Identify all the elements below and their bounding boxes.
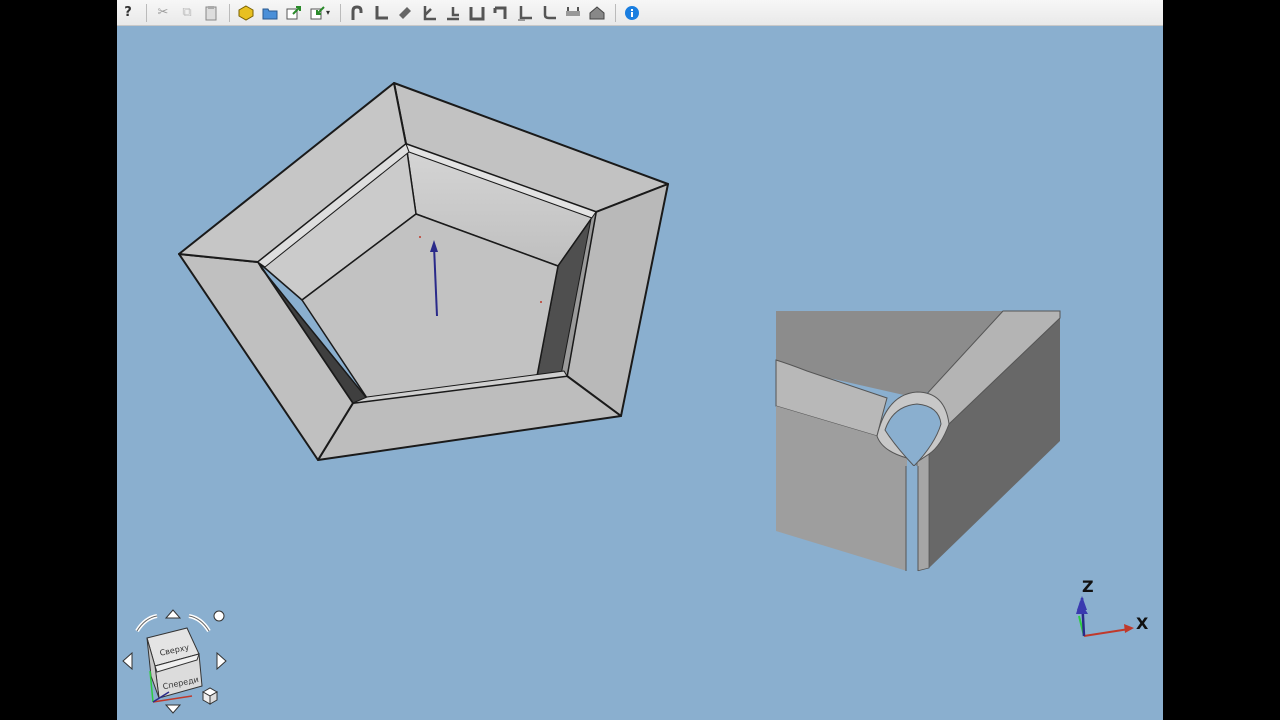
detail-right-wall bbox=[916, 453, 930, 572]
toolbar-separator bbox=[229, 3, 230, 22]
sketch-on-sheet-button[interactable] bbox=[586, 2, 608, 24]
make-part-button[interactable] bbox=[235, 2, 257, 24]
bend-icon bbox=[351, 4, 363, 20]
relief-icon bbox=[423, 5, 436, 20]
export-icon bbox=[286, 5, 301, 19]
solid-bend-button[interactable] bbox=[466, 2, 488, 24]
arrow-up-icon bbox=[164, 609, 182, 619]
toolbar-separator bbox=[615, 3, 616, 22]
export-button[interactable] bbox=[283, 2, 305, 24]
relief-button[interactable] bbox=[418, 2, 440, 24]
arrow-right-icon bbox=[216, 651, 227, 671]
x-axis-label: X bbox=[1136, 614, 1149, 633]
main-toolbar: ? ✂ ⧉ ▾ bbox=[117, 0, 1163, 26]
jog-icon bbox=[447, 6, 459, 20]
open-folder-icon bbox=[262, 8, 278, 19]
copy-icon: ⧉ bbox=[182, 5, 192, 20]
copy-button[interactable]: ⧉ bbox=[176, 2, 198, 24]
cut-button[interactable]: ✂ bbox=[152, 2, 174, 24]
bend-button[interactable] bbox=[346, 2, 368, 24]
toolbar-separator bbox=[146, 3, 147, 22]
reverse-bend-button[interactable] bbox=[538, 2, 560, 24]
rotate-left-icon bbox=[135, 614, 158, 633]
unfold-button[interactable] bbox=[562, 2, 584, 24]
freecad-window: ? ✂ ⧉ ▾ X Z Сверху Спереди bbox=[117, 0, 1163, 720]
unattached-bend-button[interactable] bbox=[514, 2, 536, 24]
chevron-down-icon: ▾ bbox=[325, 8, 330, 17]
whats-this-button[interactable]: ? bbox=[117, 2, 139, 24]
solid-bend-icon bbox=[469, 6, 485, 20]
sketch-icon bbox=[589, 5, 605, 19]
paste-button[interactable] bbox=[200, 2, 222, 24]
whats-this-icon: ? bbox=[124, 5, 132, 20]
arrow-left-icon bbox=[122, 651, 133, 671]
arrow-down-icon bbox=[164, 704, 182, 714]
navigation-cube[interactable]: Сверху Спереди bbox=[122, 609, 227, 714]
unattached-bend-icon bbox=[518, 5, 532, 21]
view-menu-icon bbox=[213, 610, 225, 622]
pentagon-tray-model[interactable] bbox=[178, 82, 669, 461]
corner-icon bbox=[493, 6, 507, 19]
wall-icon bbox=[375, 5, 388, 19]
jog-button[interactable] bbox=[442, 2, 464, 24]
paste-icon bbox=[205, 5, 217, 20]
reverse-icon bbox=[543, 5, 556, 19]
corner-relief-detail[interactable] bbox=[775, 310, 1061, 572]
cut-icon: ✂ bbox=[157, 5, 169, 20]
3d-viewport[interactable]: X Z Сверху Спереди bbox=[117, 26, 1163, 720]
info-icon bbox=[625, 5, 639, 20]
import-icon bbox=[310, 5, 325, 19]
extend-icon bbox=[399, 6, 411, 19]
3d-scene: X Z Сверху Спереди bbox=[122, 82, 1149, 714]
extend-button[interactable] bbox=[394, 2, 416, 24]
z-axis-label: Z bbox=[1082, 577, 1094, 596]
open-folder-button[interactable] bbox=[259, 2, 281, 24]
wall-button[interactable] bbox=[370, 2, 392, 24]
axis-triad: X Z bbox=[1076, 577, 1149, 637]
toolbar-separator bbox=[340, 3, 341, 22]
iso-view-icon[interactable] bbox=[201, 687, 219, 705]
corner-button[interactable] bbox=[490, 2, 512, 24]
make-part-icon bbox=[238, 4, 254, 21]
about-button[interactable] bbox=[621, 2, 643, 24]
unfold-icon bbox=[566, 6, 580, 16]
import-button[interactable]: ▾ bbox=[307, 2, 333, 24]
rotate-right-icon bbox=[188, 614, 211, 633]
